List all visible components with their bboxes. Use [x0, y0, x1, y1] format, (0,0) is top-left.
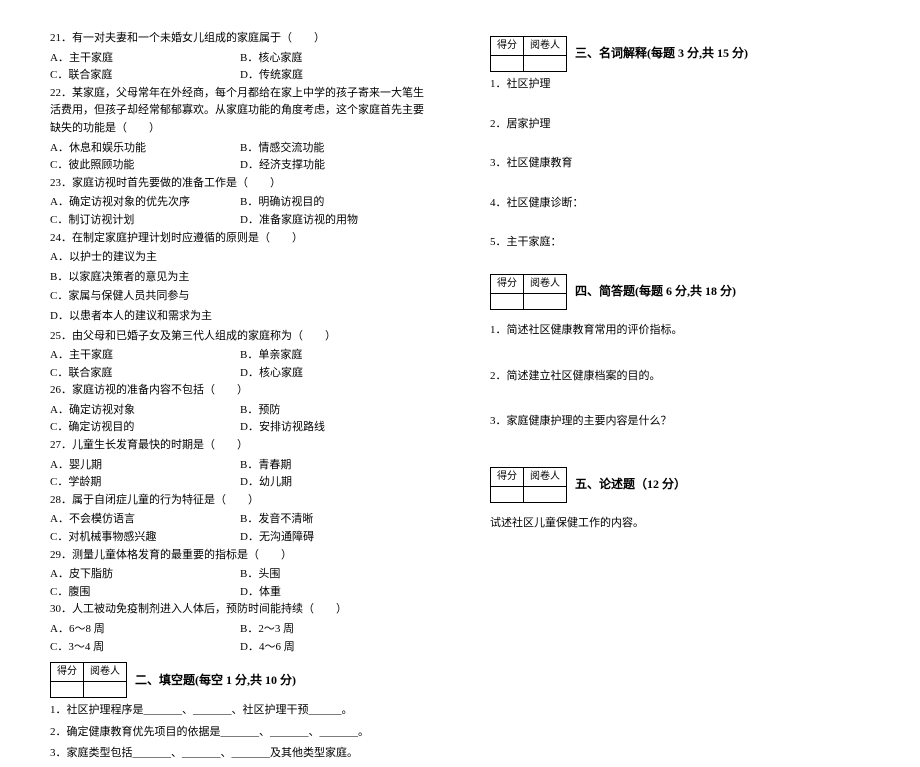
q30: 30．人工被动免疫制剂进入人体后，预防时间能持续（ ）: [50, 601, 430, 619]
q25-b: B．单亲家庭: [240, 347, 430, 365]
q25-c: C．联合家庭: [50, 365, 240, 383]
section-4-title: 四、简答题(每题 6 分,共 18 分): [575, 282, 736, 301]
q23-c: C．制订访视计划: [50, 212, 240, 230]
q21: 21．有一对夫妻和一个未婚女儿组成的家庭属于（ ）: [50, 30, 430, 48]
q21-c: C．联合家庭: [50, 67, 240, 85]
q30-b: B．2～3 周: [240, 621, 430, 639]
q22-d: D．经济支撑功能: [240, 157, 430, 175]
section-2-row: 得分阅卷人 二、填空题(每空 1 分,共 10 分): [50, 662, 430, 698]
section-3-row: 得分阅卷人 三、名词解释(每题 3 分,共 15 分): [490, 36, 870, 72]
short-1: 1．简述社区健康教育常用的评价指标。: [490, 322, 870, 340]
q24-a: A．以护士的建议为主: [50, 249, 430, 267]
q27-c: C．学龄期: [50, 474, 240, 492]
grader-label: 阅卷人: [84, 663, 127, 682]
score-box-5: 得分阅卷人: [490, 467, 567, 503]
q29-b: B．头围: [240, 566, 430, 584]
q28-b: B．发音不清晰: [240, 511, 430, 529]
grader-cell: [524, 56, 567, 72]
q26-d: D．安排访视路线: [240, 419, 430, 437]
q25-a: A．主干家庭: [50, 347, 240, 365]
grader-cell: [524, 293, 567, 309]
section-5-title: 五、论述题（12 分）: [575, 475, 686, 494]
q27-d: D．幼儿期: [240, 474, 430, 492]
term-4: 4．社区健康诊断：: [490, 195, 870, 213]
q27: 27．儿童生长发育最快的时期是（ ）: [50, 437, 430, 455]
q29: 29．测量儿童体格发育的最重要的指标是（ ）: [50, 547, 430, 565]
left-column: 21．有一对夫妻和一个未婚女儿组成的家庭属于（ ） A．主干家庭B．核心家庭 C…: [50, 30, 430, 767]
q27-b: B．青春期: [240, 457, 430, 475]
score-cell: [491, 293, 524, 309]
short-3: 3．家庭健康护理的主要内容是什么？: [490, 413, 870, 431]
short-2: 2．简述建立社区健康档案的目的。: [490, 368, 870, 386]
q21-d: D．传统家庭: [240, 67, 430, 85]
q22-a: A．休息和娱乐功能: [50, 140, 240, 158]
section-5-row: 得分阅卷人 五、论述题（12 分）: [490, 467, 870, 503]
fill-1: 1．社区护理程序是_______、_______、社区护理干预______。: [50, 702, 430, 720]
q25-d: D．核心家庭: [240, 365, 430, 383]
essay-1: 试述社区儿童保健工作的内容。: [490, 515, 870, 533]
score-cell: [51, 682, 84, 698]
fill-3: 3．家庭类型包括_______、_______、_______及其他类型家庭。: [50, 745, 430, 763]
q30-a: A．6～8 周: [50, 621, 240, 639]
q29-d: D．体重: [240, 584, 430, 602]
q29-a: A．皮下脂肪: [50, 566, 240, 584]
term-3: 3．社区健康教育: [490, 155, 870, 173]
score-label: 得分: [51, 663, 84, 682]
grader-label: 阅卷人: [524, 37, 567, 56]
q26-b: B．预防: [240, 402, 430, 420]
term-5: 5．主干家庭：: [490, 234, 870, 252]
q26-a: A．确定访视对象: [50, 402, 240, 420]
q22: 22．某家庭，父母常年在外经商，每个月都给在家上中学的孩子寄来一大笔生活费用，但…: [50, 85, 430, 138]
q24-b: B．以家庭决策者的意见为主: [50, 269, 430, 287]
score-label: 得分: [491, 37, 524, 56]
q28: 28．属于自闭症儿童的行为特征是（ ）: [50, 492, 430, 510]
section-4-row: 得分阅卷人 四、简答题(每题 6 分,共 18 分): [490, 274, 870, 310]
right-column: 得分阅卷人 三、名词解释(每题 3 分,共 15 分) 1．社区护理 2．居家护…: [490, 30, 870, 767]
score-box-3: 得分阅卷人: [490, 36, 567, 72]
q23: 23．家庭访视时首先要做的准备工作是（ ）: [50, 175, 430, 193]
term-2: 2．居家护理: [490, 116, 870, 134]
score-label: 得分: [491, 274, 524, 293]
term-1: 1．社区护理: [490, 76, 870, 94]
grader-label: 阅卷人: [524, 467, 567, 486]
q24: 24．在制定家庭护理计划时应遵循的原则是（ ）: [50, 230, 430, 248]
score-box-4: 得分阅卷人: [490, 274, 567, 310]
score-label: 得分: [491, 467, 524, 486]
score-cell: [491, 486, 524, 502]
q28-d: D．无沟通障碍: [240, 529, 430, 547]
grader-cell: [84, 682, 127, 698]
q25: 25．由父母和已婚子女及第三代人组成的家庭称为（ ）: [50, 328, 430, 346]
q23-b: B．明确访视目的: [240, 194, 430, 212]
q26-c: C．确定访视目的: [50, 419, 240, 437]
q29-c: C．腹围: [50, 584, 240, 602]
q22-c: C．彼此照顾功能: [50, 157, 240, 175]
q23-d: D．准备家庭访视的用物: [240, 212, 430, 230]
q30-c: C．3～4 周: [50, 639, 240, 657]
section-2-title: 二、填空题(每空 1 分,共 10 分): [135, 671, 296, 690]
q21-a: A．主干家庭: [50, 50, 240, 68]
grader-label: 阅卷人: [524, 274, 567, 293]
section-3-title: 三、名词解释(每题 3 分,共 15 分): [575, 44, 748, 63]
q28-c: C．对机械事物感兴趣: [50, 529, 240, 547]
q24-d: D．以患者本人的建议和需求为主: [50, 308, 430, 326]
q27-a: A．婴儿期: [50, 457, 240, 475]
q28-a: A．不会模仿语言: [50, 511, 240, 529]
q22-b: B．情感交流功能: [240, 140, 430, 158]
q26: 26．家庭访视的准备内容不包括（ ）: [50, 382, 430, 400]
fill-2: 2．确定健康教育优先项目的依据是_______、_______、_______。: [50, 724, 430, 742]
q30-d: D．4～6 周: [240, 639, 430, 657]
q23-a: A．确定访视对象的优先次序: [50, 194, 240, 212]
q21-b: B．核心家庭: [240, 50, 430, 68]
score-cell: [491, 56, 524, 72]
score-box-2: 得分阅卷人: [50, 662, 127, 698]
grader-cell: [524, 486, 567, 502]
q24-c: C．家属与保健人员共同参与: [50, 288, 430, 306]
